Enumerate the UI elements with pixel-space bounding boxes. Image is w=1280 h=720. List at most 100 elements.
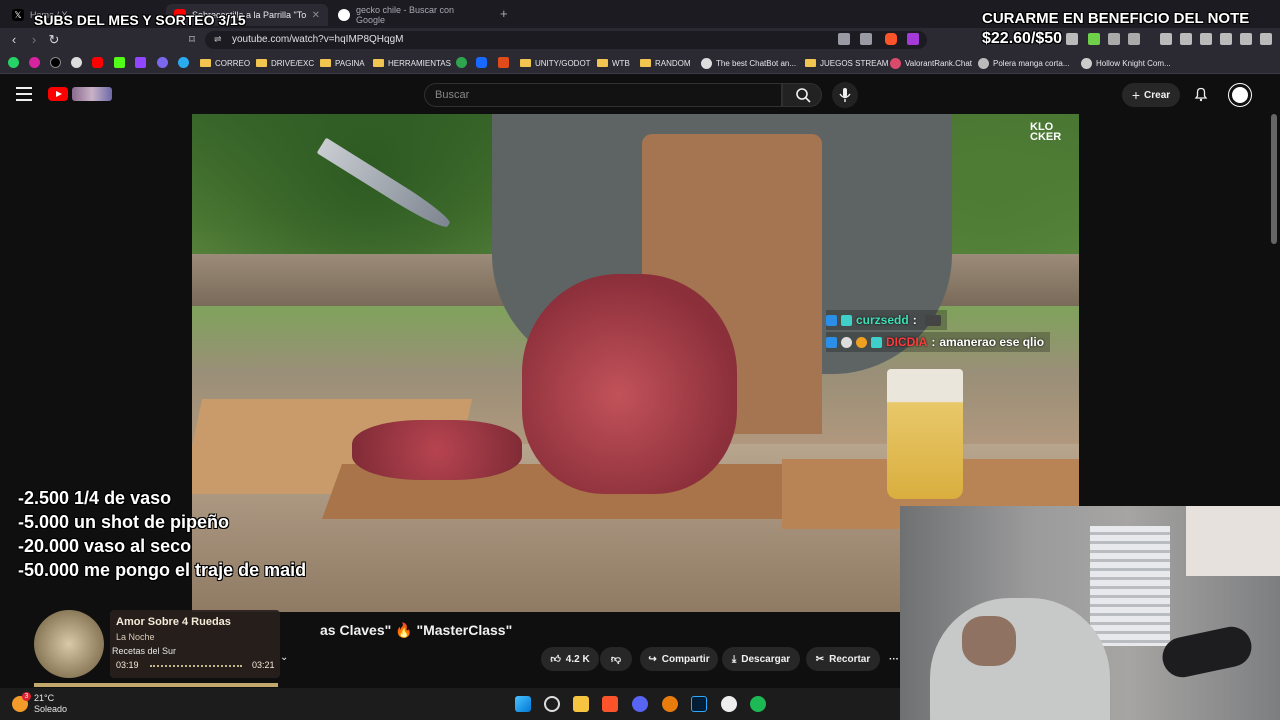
- discord-icon[interactable]: [632, 696, 648, 712]
- create-button[interactable]: + Crear: [1122, 83, 1180, 107]
- telegram-icon[interactable]: [178, 57, 189, 68]
- back-icon[interactable]: ‹: [6, 32, 22, 48]
- folder-icon: [640, 59, 651, 67]
- bookmark-app-icon[interactable]: [157, 57, 168, 68]
- brave-rewards-icon[interactable]: [907, 33, 919, 45]
- site-info-icon[interactable]: ⇌: [214, 34, 222, 45]
- bookmark-folder-correo[interactable]: CORREO: [200, 57, 250, 69]
- webcam-window-blinds: [1090, 526, 1170, 646]
- share-icon[interactable]: [860, 33, 872, 45]
- bookmark-folder-wtb[interactable]: WTB: [597, 57, 630, 69]
- bookmark-label: The best ChatBot an...: [716, 58, 797, 68]
- new-tab-button[interactable]: +: [500, 6, 508, 21]
- notifications-bell-icon[interactable]: [1193, 86, 1209, 102]
- twitch-icon[interactable]: [135, 57, 146, 68]
- bookmark-icon[interactable]: ⌑: [184, 32, 200, 48]
- file-explorer-icon[interactable]: [573, 696, 589, 712]
- url-field[interactable]: ⇌ youtube.com/watch?v=hqIMP8QHqgM: [205, 31, 927, 49]
- donation-tiers-overlay: -2.500 1/4 de vaso -5.000 un shot de pip…: [18, 486, 306, 582]
- bookmark-app-icon-2[interactable]: [456, 57, 467, 68]
- weather-widget[interactable]: 21°C Soleado 3: [12, 692, 68, 715]
- download-icon: ⤓: [731, 653, 737, 665]
- hollow-knight-icon: [1081, 57, 1092, 69]
- shield-icon[interactable]: [1240, 33, 1252, 45]
- spotify-icon[interactable]: [750, 696, 766, 712]
- photoshop-icon[interactable]: [691, 696, 707, 712]
- chat-message: curzsedd :: [826, 310, 947, 330]
- wallet-icon[interactable]: [1200, 33, 1212, 45]
- media-controls-icon[interactable]: [1160, 33, 1172, 45]
- bookmark-folder-herramientas[interactable]: HERRAMIENTAS: [373, 57, 451, 69]
- behance-icon[interactable]: [476, 57, 487, 68]
- brave-browser-icon[interactable]: [602, 696, 618, 712]
- album-art: [34, 610, 104, 678]
- voice-search-button[interactable]: [832, 82, 858, 108]
- bookmark-label: JUEGOS STREAM: [820, 58, 889, 68]
- bookmark-valorantrank[interactable]: ValorantRank.Chat: [890, 57, 972, 69]
- search-input[interactable]: Buscar: [424, 83, 782, 107]
- reload-icon[interactable]: ↻: [46, 32, 62, 48]
- extension-icon-2[interactable]: [1088, 33, 1100, 45]
- tab-google-search[interactable]: gecko chile - Buscar con Google: [330, 4, 490, 26]
- x-bookmark-icon[interactable]: [50, 57, 61, 68]
- forward-icon[interactable]: ›: [26, 32, 42, 48]
- dislike-button[interactable]: 👎︎: [600, 647, 632, 671]
- extension-icon-1[interactable]: [1066, 33, 1078, 45]
- menu-icon[interactable]: [1260, 33, 1272, 45]
- whatsapp-icon[interactable]: [8, 57, 19, 68]
- youtube-bookmark-icon[interactable]: [92, 57, 103, 68]
- sidebar-icon[interactable]: [1180, 33, 1192, 45]
- folder-icon: [805, 59, 816, 67]
- clip-button[interactable]: ✂ Recortar: [806, 647, 880, 671]
- bookmark-hollow-knight[interactable]: Hollow Knight Com...: [1081, 57, 1171, 69]
- bookmark-polera[interactable]: Polera manga corta...: [978, 57, 1069, 69]
- install-icon[interactable]: [838, 33, 850, 45]
- thumbs-down-icon: 👎︎: [610, 654, 622, 665]
- windows-start-icon[interactable]: [515, 696, 531, 712]
- search-button[interactable]: [782, 83, 822, 107]
- bookmark-folder-juegos[interactable]: JUEGOS STREAM: [805, 57, 888, 69]
- folder-icon: [256, 59, 267, 67]
- bookmark-folder-random[interactable]: RANDOM: [640, 57, 691, 69]
- video-meat-small: [352, 420, 522, 480]
- instagram-icon[interactable]: [29, 57, 40, 68]
- kick-icon[interactable]: [114, 57, 125, 68]
- globe-icon: [978, 57, 989, 69]
- donation-tier: -20.000 vaso al seco: [18, 536, 192, 556]
- bookmark-label: Hollow Knight Com...: [1096, 58, 1171, 68]
- like-button[interactable]: 👍︎ 4.2 K: [541, 647, 599, 671]
- folder-icon: [373, 59, 384, 67]
- bookmark-app-icon-3[interactable]: [498, 57, 509, 68]
- youtube-logo[interactable]: [48, 87, 68, 101]
- folder-icon: [597, 59, 608, 67]
- watermark-line: CKER: [1030, 131, 1062, 143]
- blender-icon[interactable]: [662, 696, 678, 712]
- tab-label: gecko chile - Buscar con Google: [356, 5, 455, 25]
- extension-icon-3[interactable]: [1128, 33, 1140, 45]
- channel-name: Recetas del Sur: [112, 646, 177, 656]
- apple-icon[interactable]: [71, 57, 82, 68]
- download-button[interactable]: ⤓ Descargar: [722, 647, 800, 671]
- search-taskbar-icon[interactable]: [544, 696, 560, 712]
- vpn-icon[interactable]: [1220, 33, 1232, 45]
- song-title: Amor Sobre 4 Ruedas: [116, 616, 231, 628]
- weather-condition: Soleado: [34, 704, 68, 714]
- plus-icon: +: [1131, 87, 1141, 103]
- hamburger-menu-icon[interactable]: [16, 87, 32, 101]
- bookmark-label: UNITY/GODOT: [535, 58, 591, 68]
- extensions-puzzle-icon[interactable]: [1108, 33, 1120, 45]
- bookmark-folder-pagina[interactable]: PAGINA: [320, 57, 365, 69]
- bookmark-chatbot[interactable]: The best ChatBot an...: [701, 57, 796, 69]
- folder-icon: [200, 59, 211, 67]
- valorant-icon: [890, 57, 901, 69]
- brave-shield-icon[interactable]: [885, 33, 897, 45]
- account-avatar[interactable]: [1228, 83, 1252, 107]
- bookmark-folder-drive[interactable]: DRIVE/EXC: [256, 57, 314, 69]
- close-tab-icon[interactable]: ✕: [312, 10, 320, 21]
- share-button[interactable]: ↪ Compartir: [640, 647, 718, 671]
- page-scrollbar[interactable]: [1271, 114, 1277, 244]
- obs-icon[interactable]: [721, 696, 737, 712]
- bookmark-folder-unity[interactable]: UNITY/GODOT: [520, 57, 591, 69]
- bookmark-label: ValorantRank.Chat: [905, 58, 972, 68]
- now-playing-widget: Amor Sobre 4 Ruedas La Noche Recetas del…: [34, 610, 284, 682]
